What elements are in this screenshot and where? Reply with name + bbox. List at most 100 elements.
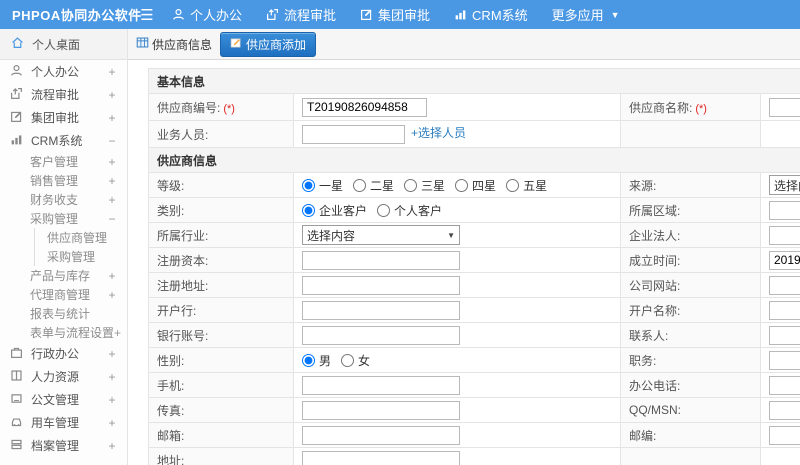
gender-radio-male[interactable]: [302, 353, 315, 367]
legal-person-input[interactable]: [769, 225, 800, 245]
staff-input[interactable]: [302, 124, 405, 144]
collapse-icon[interactable]: −: [107, 134, 117, 148]
sidebar-item-human-resources[interactable]: 人力资源 +: [0, 365, 127, 388]
account-name-input[interactable]: [769, 300, 800, 320]
mobile-input[interactable]: [302, 375, 460, 395]
expand-icon[interactable]: +: [107, 193, 117, 207]
topnav-group-approval[interactable]: 集团审批: [360, 5, 430, 24]
level-radio-2[interactable]: [353, 178, 367, 192]
email-input[interactable]: [302, 425, 460, 445]
category-label: 类别:: [148, 197, 294, 223]
sidebar-item-finance[interactable]: 财务收支 +: [0, 190, 127, 209]
bank-input[interactable]: [302, 300, 460, 320]
expand-icon[interactable]: +: [114, 326, 121, 340]
sidebar: 个人桌面 个人办公 + 流程审批 + 集团审批 + CRM系统 − 客户管理 +…: [0, 29, 128, 465]
sidebar-item-agent-mgmt[interactable]: 代理商管理 +: [0, 285, 127, 304]
expand-icon[interactable]: +: [107, 370, 117, 384]
contact-input[interactable]: [769, 325, 800, 345]
sidebar-item-supplier-mgmt[interactable]: 供应商管理: [35, 228, 127, 247]
bank-account-label: 银行账号:: [148, 322, 294, 348]
category-radio-person[interactable]: [377, 203, 391, 217]
reg-address-label: 注册地址:: [148, 272, 294, 298]
sidebar-item-admin-office[interactable]: 行政办公 +: [0, 342, 127, 365]
chevron-down-icon: ▼: [610, 9, 620, 20]
expand-icon[interactable]: +: [107, 416, 117, 430]
expand-icon[interactable]: +: [107, 269, 117, 283]
industry-select[interactable]: 选择内容 ▼: [302, 225, 460, 245]
office-phone-input[interactable]: [769, 375, 800, 395]
reg-address-input[interactable]: [302, 275, 460, 295]
topnav-crm-system[interactable]: CRM系统: [454, 5, 528, 24]
sidebar-item-form-workflow-settings[interactable]: 表单与流程设置 +: [0, 323, 127, 342]
address-input[interactable]: [302, 450, 460, 465]
top-navigation: 个人办公 流程审批 集团审批 CRM系统 更多应用 ▼: [172, 5, 620, 24]
level-radio-1[interactable]: [302, 178, 315, 192]
industry-label: 所属行业:: [148, 222, 294, 248]
website-input[interactable]: [769, 275, 800, 295]
edit-square-icon: [10, 110, 23, 126]
zip-input[interactable]: [769, 425, 800, 445]
add-edit-icon: [230, 37, 242, 52]
founded-label: 成立时间:: [620, 247, 761, 273]
region-input[interactable]: [769, 200, 800, 220]
topbar: PHPOA协同办公软件 ☰ 个人办公 流程审批 集团审批 CRM系统 更多应用 …: [0, 0, 800, 29]
section-header-supplier: 供应商信息: [147, 147, 800, 173]
address-label: 地址:: [148, 447, 294, 465]
level-radio-5[interactable]: [506, 178, 520, 192]
bank-account-input[interactable]: [302, 325, 460, 345]
tab-supplier-info[interactable]: 供应商信息: [136, 36, 212, 53]
sidebar-item-reports-stats[interactable]: 报表与统计: [0, 304, 127, 323]
title-input[interactable]: [769, 350, 800, 370]
supplier-name-input[interactable]: [769, 97, 800, 117]
category-radio-company[interactable]: [302, 203, 315, 217]
bar-chart-icon: [10, 133, 23, 149]
sidebar-item-vehicle-mgmt[interactable]: 用车管理 +: [0, 411, 127, 434]
expand-icon[interactable]: +: [107, 439, 117, 453]
zip-label: 邮编:: [620, 422, 761, 448]
bank-label: 开户行:: [148, 297, 294, 323]
topnav-workflow-approval[interactable]: 流程审批: [266, 5, 336, 24]
qq-msn-input[interactable]: [769, 400, 800, 420]
expand-icon[interactable]: +: [107, 174, 117, 188]
level-radio-3[interactable]: [404, 178, 418, 192]
expand-icon[interactable]: +: [107, 288, 117, 302]
expand-icon[interactable]: +: [107, 393, 117, 407]
supplier-code-input[interactable]: [302, 97, 427, 117]
expand-icon[interactable]: +: [107, 155, 117, 169]
sidebar-item-crm-system[interactable]: CRM系统 −: [0, 129, 127, 152]
tab-supplier-add[interactable]: 供应商添加: [220, 31, 317, 57]
sidebar-item-sales-mgmt[interactable]: 销售管理 +: [0, 171, 127, 190]
founded-date-input[interactable]: [769, 250, 800, 270]
fax-input[interactable]: [302, 400, 460, 420]
expand-icon[interactable]: +: [107, 65, 117, 79]
expand-icon[interactable]: +: [107, 111, 117, 125]
sidebar-item-archive-mgmt[interactable]: 档案管理 +: [0, 434, 127, 457]
collapse-icon[interactable]: −: [107, 212, 117, 226]
briefcase-icon: [10, 346, 23, 362]
level-radio-4[interactable]: [455, 178, 469, 192]
sidebar-item-purchase-mgmt[interactable]: 采购管理 −: [0, 209, 127, 228]
menu-toggle-icon[interactable]: ☰: [130, 6, 164, 24]
sidebar-item-document-mgmt[interactable]: 公文管理 +: [0, 388, 127, 411]
sidebar-item-desktop[interactable]: 个人桌面: [0, 29, 127, 60]
topnav-personal-office[interactable]: 个人办公: [172, 5, 242, 24]
sidebar-item-workflow-approval[interactable]: 流程审批 +: [0, 83, 127, 106]
expand-icon[interactable]: +: [107, 347, 117, 361]
chevron-down-icon: ▼: [447, 230, 455, 240]
share-arrow-icon: [266, 8, 279, 21]
source-select[interactable]: 选择内容▼: [769, 175, 800, 195]
sidebar-item-customer-mgmt[interactable]: 客户管理 +: [0, 152, 127, 171]
staff-label: 业务人员:: [148, 120, 294, 148]
section-header-basic: 基本信息: [147, 68, 800, 94]
topnav-more-apps[interactable]: 更多应用 ▼: [552, 5, 620, 24]
capital-input[interactable]: [302, 250, 460, 270]
choose-staff-link[interactable]: +选择人员: [411, 126, 466, 140]
sidebar-item-personal-office[interactable]: 个人办公 +: [0, 60, 127, 83]
sidebar-item-procurement-mgmt[interactable]: 采购管理: [35, 247, 127, 266]
gender-radio-female[interactable]: [341, 353, 355, 367]
archive-icon: [10, 438, 23, 454]
sidebar-item-product-inventory[interactable]: 产品与库存 +: [0, 266, 127, 285]
fax-label: 传真:: [148, 397, 294, 423]
sidebar-item-group-approval[interactable]: 集团审批 +: [0, 106, 127, 129]
expand-icon[interactable]: +: [107, 88, 117, 102]
